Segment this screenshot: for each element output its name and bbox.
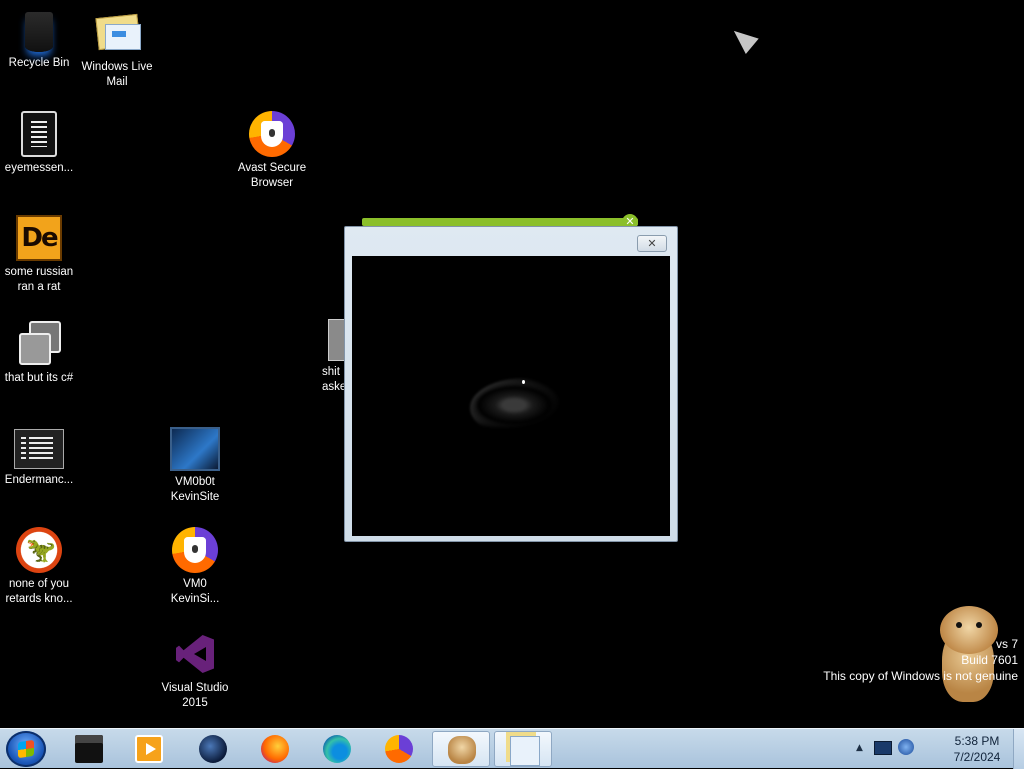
desktop-icon-label: none of you retards kno... <box>5 578 73 605</box>
globe-app-icon <box>199 735 227 763</box>
monitor-icon[interactable] <box>874 741 892 755</box>
hamster-icon <box>448 736 476 764</box>
taskbar-item-explorer[interactable] <box>60 731 118 767</box>
start-button[interactable] <box>6 731 46 767</box>
desktop-icon-recycle-bin[interactable]: Recycle Bin <box>0 8 83 71</box>
taskbar-item-mail[interactable] <box>494 731 552 767</box>
dino-icon <box>16 527 62 573</box>
desktop-icon-label: Windows Live Mail <box>81 61 153 88</box>
desktop-icon-label: shit aske <box>322 366 347 393</box>
desktop-icon-visual-studio-2015[interactable]: Visual Studio 2015 <box>151 631 239 711</box>
taskbar-item-firefox[interactable] <box>246 731 304 767</box>
eye-highlight <box>522 380 525 384</box>
desktop-icon-label: VM0b0t KevinSite <box>170 476 220 503</box>
desktop-icon-label: that but its c# <box>4 372 74 384</box>
desktop-icon-label: Avast Secure Browser <box>237 162 307 189</box>
copy-icon <box>15 319 63 367</box>
background-notification-bar <box>362 218 638 226</box>
avast-browser-icon <box>172 527 218 573</box>
video-window[interactable]: ✕ <box>344 226 678 542</box>
desktop-icon-windows-live-mail[interactable]: Windows Live Mail <box>73 8 161 90</box>
show-hidden-icons-button[interactable]: ▲ <box>856 743 863 753</box>
clock-date: 7/2/2024 <box>953 750 1001 764</box>
desktop-icon-that-but-its-csharp[interactable]: that but its c# <box>0 319 83 386</box>
visual-studio-icon <box>172 631 218 677</box>
mouse-cursor-icon <box>727 23 759 54</box>
desktop-icon-avast-secure-browser[interactable]: Avast Secure Browser <box>228 111 316 191</box>
show-desktop-button[interactable] <box>1013 729 1024 769</box>
document-icon <box>21 111 57 157</box>
window-close-button[interactable]: ✕ <box>637 235 667 252</box>
media-player-icon <box>135 735 163 763</box>
clock[interactable]: 5:38 PM 7/2/2024 <box>936 733 1018 765</box>
mail-icon <box>93 8 141 56</box>
watermark-line-1: vs 7 <box>995 637 1018 651</box>
taskbar-item-hamster[interactable] <box>432 731 490 767</box>
watermark-line-2: Build 7601 <box>961 653 1018 667</box>
desktop-icon-label: some russian ran a rat <box>4 266 74 293</box>
clock-time: 5:38 PM <box>954 734 1000 748</box>
desktop-icon-none-of-you[interactable]: none of you retards kno... <box>0 527 83 607</box>
taskbar-item-globe-app[interactable] <box>184 731 242 767</box>
desktop-icon-endermanc[interactable]: Endermanc... <box>0 423 83 488</box>
desktop-icon-vm0-kevinsi[interactable]: VM0 KevinSi... <box>151 527 239 607</box>
network-icon[interactable] <box>898 739 914 755</box>
de-app-icon: De <box>16 215 62 261</box>
eye-image <box>470 378 580 438</box>
vm-icon <box>170 427 220 471</box>
desktop-icon-label: VM0 KevinSi... <box>170 578 220 605</box>
firefox-icon <box>261 735 289 763</box>
avast-browser-icon <box>249 111 295 157</box>
edge-icon <box>323 735 351 763</box>
explorer-icon <box>75 735 103 763</box>
desktop-icon-label: Visual Studio 2015 <box>161 682 229 709</box>
system-tray: ▲ 5:38 PM 7/2/2024 <box>854 729 1024 769</box>
taskbar: ▲ 5:38 PM 7/2/2024 <box>0 728 1024 769</box>
desktop-icon-label: eyemessen... <box>4 162 74 174</box>
watermark-line-3: This copy of Windows is not genuine <box>823 669 1018 683</box>
desktop-icon-shit-aske[interactable]: shit aske <box>288 319 350 395</box>
desktop-icon-label: Recycle Bin <box>8 57 70 69</box>
taskbar-item-edge[interactable] <box>308 731 366 767</box>
taskbar-item-avast-browser[interactable] <box>370 731 428 767</box>
desktop-icon-vm0b0t-kevinsite[interactable]: VM0b0t KevinSite <box>151 423 239 505</box>
avast-browser-icon <box>385 735 413 763</box>
list-app-icon <box>14 429 64 469</box>
recycle-bin-icon <box>25 12 53 52</box>
desktop-icon-some-russian-ran-a-rat[interactable]: De some russian ran a rat <box>0 215 83 295</box>
desktop-icon-label: Endermanc... <box>4 474 74 486</box>
taskbar-item-media-player[interactable] <box>120 731 178 767</box>
video-viewport <box>352 256 670 536</box>
desktop-icon-eyemessen[interactable]: eyemessen... <box>0 111 83 176</box>
mail-icon <box>510 736 540 766</box>
windows-genuine-watermark: vs 7 Build 7601 This copy of Windows is … <box>823 636 1018 684</box>
desktop: Recycle Bin Windows Live Mail eyemessen.… <box>0 0 1024 728</box>
